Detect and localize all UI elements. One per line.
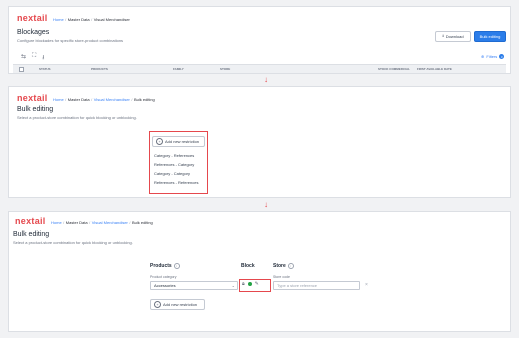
nextail-logo[interactable]: nextail: [17, 93, 48, 103]
product-category-value: Accessories: [154, 283, 176, 288]
products-header: Products i: [150, 263, 180, 269]
breadcrumb-master-data[interactable]: Master Data: [68, 17, 90, 22]
block-header: Block: [241, 263, 255, 269]
breadcrumb-bulk-editing: Bulk editing: [132, 220, 153, 225]
add-restriction-label: Add new restriction: [165, 139, 200, 144]
status-dot: [247, 282, 252, 286]
restriction-type-menu: Category - References References - Categ…: [150, 151, 206, 187]
breadcrumb-home[interactable]: Home: [51, 220, 62, 225]
store-code-label: Store code: [273, 275, 290, 279]
add-new-restriction-button[interactable]: + Add new restriction: [150, 299, 205, 310]
page-title: Bulk editing: [17, 106, 54, 113]
lock-icon[interactable]: 🔒︎: [242, 281, 245, 287]
breadcrumb: Home / Master Data / Visual Merchandiser / Bul…: [51, 220, 153, 225]
filters-count-badge: 3: [499, 54, 505, 59]
add-restriction-label: Add new restriction: [163, 302, 198, 307]
swap-icon[interactable]: ⇆: [21, 53, 26, 63]
info-icon[interactable]: i: [287, 263, 294, 269]
plus-circle-icon: +: [156, 138, 163, 145]
page-title: Bulk editing: [13, 231, 50, 238]
menu-item-references-category[interactable]: References - Category: [150, 160, 206, 169]
page-title: Blockages: [17, 29, 50, 36]
plus-circle-icon: +: [154, 301, 161, 308]
store-header-label: Store: [273, 263, 286, 269]
breadcrumb-visual-merchandiser[interactable]: Visual Merchandiser: [94, 17, 130, 22]
table-header: STATUS PRODUCTS FAMILY STORE STOCK COMME…: [13, 64, 506, 74]
col-products[interactable]: PRODUCTS: [91, 67, 108, 71]
download-label: Download: [445, 34, 464, 39]
products-header-label: Products: [150, 263, 172, 269]
breadcrumb-home[interactable]: Home: [53, 97, 64, 102]
page-subtitle: Configure blockades for specific store-p…: [17, 38, 124, 43]
col-first-available-date[interactable]: FIRST AVAILABLE DATE: [417, 67, 452, 71]
bulk-editing-menu-panel: nextail Home / Master Data / Visual Merchand…: [8, 86, 511, 198]
menu-item-category-category[interactable]: Category - Category: [150, 169, 206, 178]
download-icon[interactable]: ⭳: [42, 53, 44, 63]
page-subtitle: Select a product-store combination for q…: [17, 115, 137, 120]
download-button[interactable]: ⭳ Download: [435, 31, 471, 42]
breadcrumb: Home / Master Data / Visual Merchandiser / Bul…: [53, 97, 155, 102]
page-subtitle: Select a product-store combination for q…: [13, 240, 133, 245]
menu-item-category-references[interactable]: Category - References: [150, 151, 206, 160]
breadcrumb-home[interactable]: Home: [53, 17, 64, 22]
plus-circle-icon: ⊕: [481, 54, 485, 59]
filters-label: Filters: [486, 54, 498, 59]
arrow-down-icon: ↓: [264, 75, 268, 84]
product-category-label: Product category: [150, 275, 177, 279]
edit-icon[interactable]: ✎: [255, 281, 259, 287]
select-all-checkbox[interactable]: [19, 67, 24, 72]
col-stock-commercial[interactable]: STOCK COMMERCIAL: [378, 67, 410, 71]
breadcrumb-visual-merchandiser[interactable]: Visual Merchandiser: [92, 220, 128, 225]
product-category-select[interactable]: Accessories ⌄: [150, 281, 238, 290]
table-toolbar: ⇆ ⛶ ⭳: [21, 53, 44, 63]
download-icon: ⭳: [442, 33, 444, 38]
store-code-input[interactable]: Type a store reference: [273, 281, 360, 290]
col-status[interactable]: STATUS: [39, 67, 51, 71]
filters-button[interactable]: ⊕ Filters 3: [481, 54, 505, 59]
store-header: Store i: [273, 263, 294, 269]
breadcrumb: Home / Master Data / Visual Merchandiser: [53, 17, 130, 22]
add-new-restriction-button[interactable]: + Add new restriction: [152, 136, 205, 147]
bulk-editing-button[interactable]: Bulk editing: [474, 31, 506, 42]
chevron-down-icon: ⌄: [231, 283, 235, 288]
breadcrumb-master-data[interactable]: Master Data: [68, 97, 90, 102]
nextail-logo[interactable]: nextail: [15, 216, 46, 226]
block-toggle[interactable]: 🔒︎ ✎: [242, 281, 259, 287]
close-icon[interactable]: ×: [365, 282, 368, 288]
menu-item-references-references[interactable]: References - References: [150, 178, 206, 187]
nextail-logo[interactable]: nextail: [17, 13, 48, 23]
info-icon[interactable]: i: [173, 263, 180, 269]
breadcrumb-visual-merchandiser[interactable]: Visual Merchandiser: [94, 97, 130, 102]
blockages-panel: nextail Home / Master Data / Visual Merchand…: [8, 6, 511, 74]
expand-icon[interactable]: ⛶: [32, 53, 36, 63]
breadcrumb-bulk-editing: Bulk editing: [134, 97, 155, 102]
arrow-down-icon: ↓: [264, 200, 268, 209]
bulk-editing-form-panel: nextail Home / Master Data / Visual Merchand…: [8, 211, 511, 332]
breadcrumb-master-data[interactable]: Master Data: [66, 220, 88, 225]
col-family[interactable]: FAMILY: [173, 67, 184, 71]
col-store[interactable]: STORE: [220, 67, 230, 71]
